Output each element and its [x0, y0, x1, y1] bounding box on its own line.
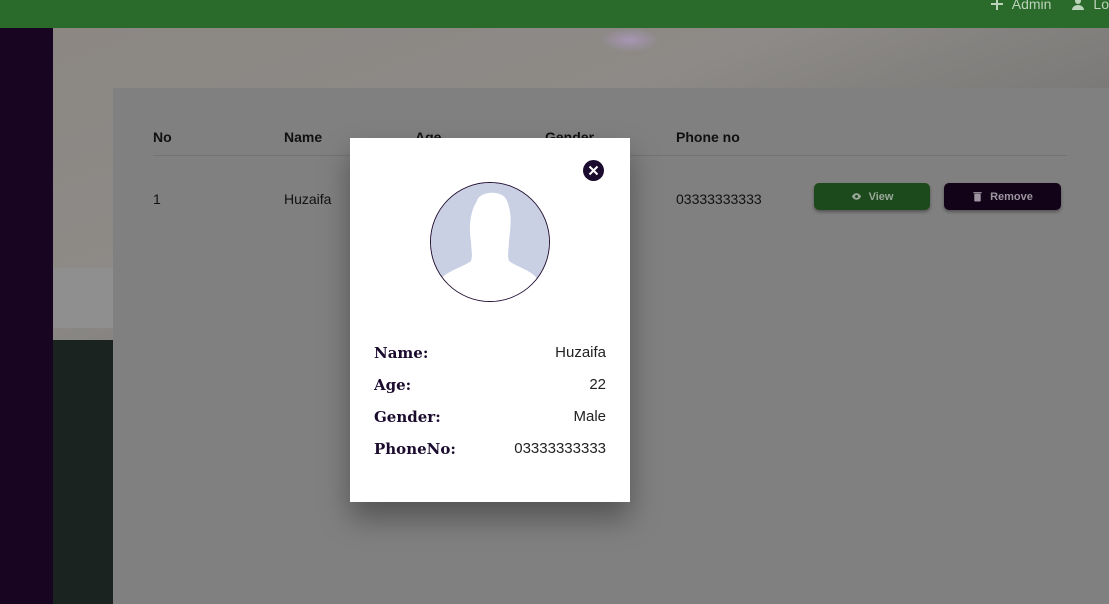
info-gender-row: Gender: Male — [374, 408, 606, 428]
info-name-value: Huzaifa — [555, 344, 606, 361]
nav-admin[interactable]: Admin — [990, 0, 1052, 12]
remove-button-label: Remove — [990, 190, 1033, 203]
remove-button[interactable]: Remove — [944, 183, 1061, 210]
info-gender-value: Male — [573, 408, 606, 425]
avatar — [430, 182, 550, 302]
eye-icon — [851, 193, 861, 200]
header-no: No — [153, 129, 172, 145]
cell-phone: 03333333333 — [676, 191, 762, 207]
cell-name: Huzaifa — [284, 191, 332, 207]
info-gender-label: Gender: — [374, 408, 441, 426]
nav-logout-label: Lo — [1093, 0, 1109, 12]
background-detail-dark — [53, 340, 113, 604]
info-phone-row: PhoneNo: 03333333333 — [374, 440, 606, 460]
sidebar — [0, 28, 53, 604]
info-age-row: Age: 22 — [374, 376, 606, 396]
info-phone-value: 03333333333 — [514, 440, 606, 457]
view-button-label: View — [868, 190, 894, 203]
top-navbar: Admin Lo — [0, 0, 1109, 28]
info-name-row: Name: Huzaifa — [374, 344, 606, 364]
plus-icon — [990, 0, 1003, 10]
background-detail — [53, 268, 113, 328]
info-phone-label: PhoneNo: — [374, 440, 456, 458]
nav-admin-label: Admin — [1011, 0, 1052, 12]
cell-no: 1 — [153, 191, 161, 207]
person-silhouette-icon — [431, 183, 549, 301]
info-age-label: Age: — [374, 376, 412, 394]
info-age-value: 22 — [589, 376, 606, 393]
background-light — [600, 28, 660, 52]
close-icon — [588, 165, 599, 176]
close-button[interactable] — [583, 160, 604, 181]
trash-icon — [973, 192, 982, 202]
view-button[interactable]: View — [814, 183, 930, 210]
top-nav: Admin Lo — [990, 0, 1109, 14]
info-name-label: Name: — [374, 344, 429, 362]
patient-details-modal: Name: Huzaifa Age: 22 Gender: Male Phone… — [350, 138, 630, 502]
user-icon — [1072, 0, 1085, 10]
nav-logout[interactable]: Lo — [1071, 0, 1109, 12]
header-name: Name — [284, 129, 323, 145]
header-phone: Phone no — [676, 129, 740, 145]
